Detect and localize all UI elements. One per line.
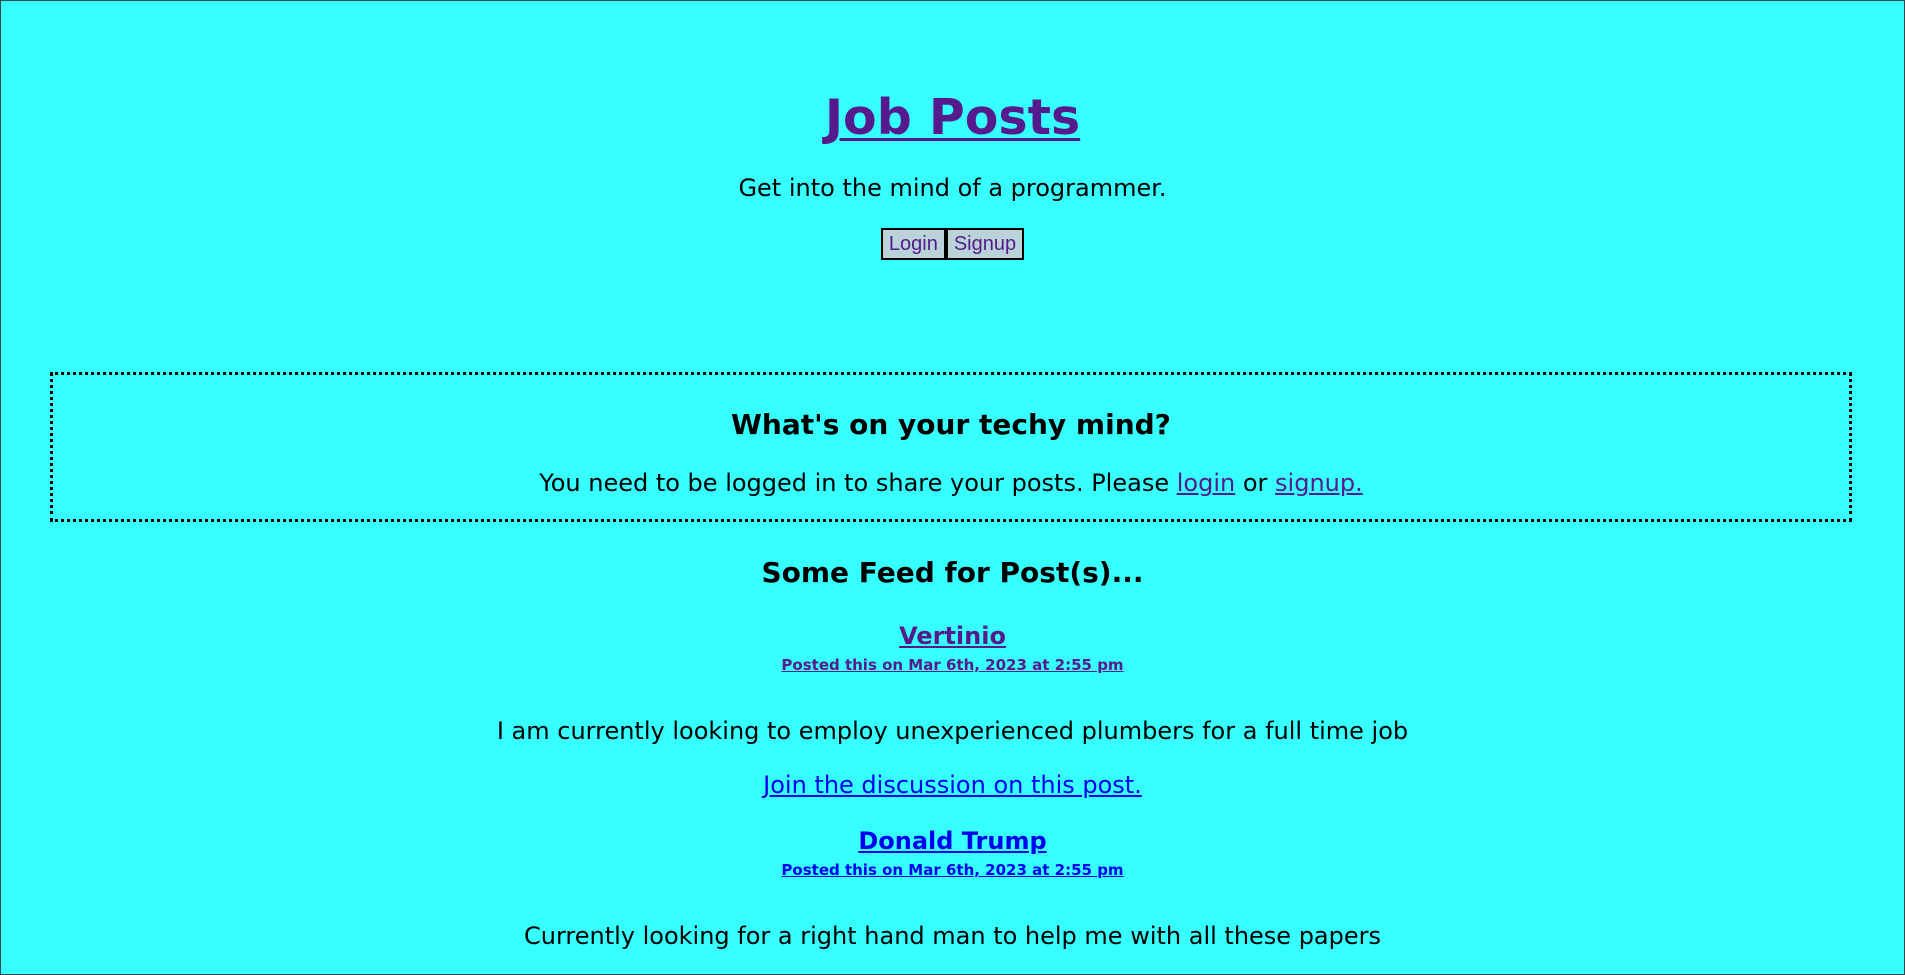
login-button[interactable]: Login xyxy=(880,228,946,260)
auth-buttons: Login Signup xyxy=(880,228,1025,260)
post-author-link[interactable]: Donald Trump xyxy=(858,826,1046,856)
post-body: Currently looking for a right hand man t… xyxy=(523,922,1382,950)
post-discussion-link[interactable]: Join the discussion on this post. xyxy=(763,768,1142,802)
share-signup-link[interactable]: signup. xyxy=(1275,469,1363,497)
signup-button[interactable]: Signup xyxy=(945,228,1025,260)
site-title-link[interactable]: Job Posts xyxy=(825,89,1080,146)
share-post-note: You need to be logged in to share your p… xyxy=(53,466,1849,500)
post-date-link[interactable]: Posted this on Mar 6th, 2023 at 2:55 pm xyxy=(781,861,1123,879)
post-date: Posted this on Mar 6th, 2023 at 2:55 pm xyxy=(0,655,1905,675)
share-or-text: or xyxy=(1242,469,1268,497)
site-tagline: Get into the mind of a programmer. xyxy=(738,174,1167,202)
post-item: Donald Trump Posted this on Mar 6th, 202… xyxy=(0,802,1905,953)
page-header: Job Posts Get into the mind of a program… xyxy=(0,0,1905,320)
share-login-link[interactable]: login xyxy=(1177,469,1235,497)
site-title: Job Posts xyxy=(0,85,1905,151)
post-author-link[interactable]: Vertinio xyxy=(899,621,1006,651)
share-post-title: What's on your techy mind? xyxy=(731,408,1171,441)
post-body: I am currently looking to employ unexper… xyxy=(496,717,1409,745)
post-item: Vertinio Posted this on Mar 6th, 2023 at… xyxy=(0,593,1905,802)
share-note-text: You need to be logged in to share your p… xyxy=(539,469,1170,497)
post-date: Posted this on Mar 6th, 2023 at 2:55 pm xyxy=(0,860,1905,880)
post-date-link[interactable]: Posted this on Mar 6th, 2023 at 2:55 pm xyxy=(781,656,1123,674)
feed-heading: Some Feed for Post(s)... xyxy=(761,556,1144,589)
share-post-panel: What's on your techy mind? You need to b… xyxy=(50,372,1852,522)
post-feed: Some Feed for Post(s)... Vertinio Posted… xyxy=(0,553,1905,953)
